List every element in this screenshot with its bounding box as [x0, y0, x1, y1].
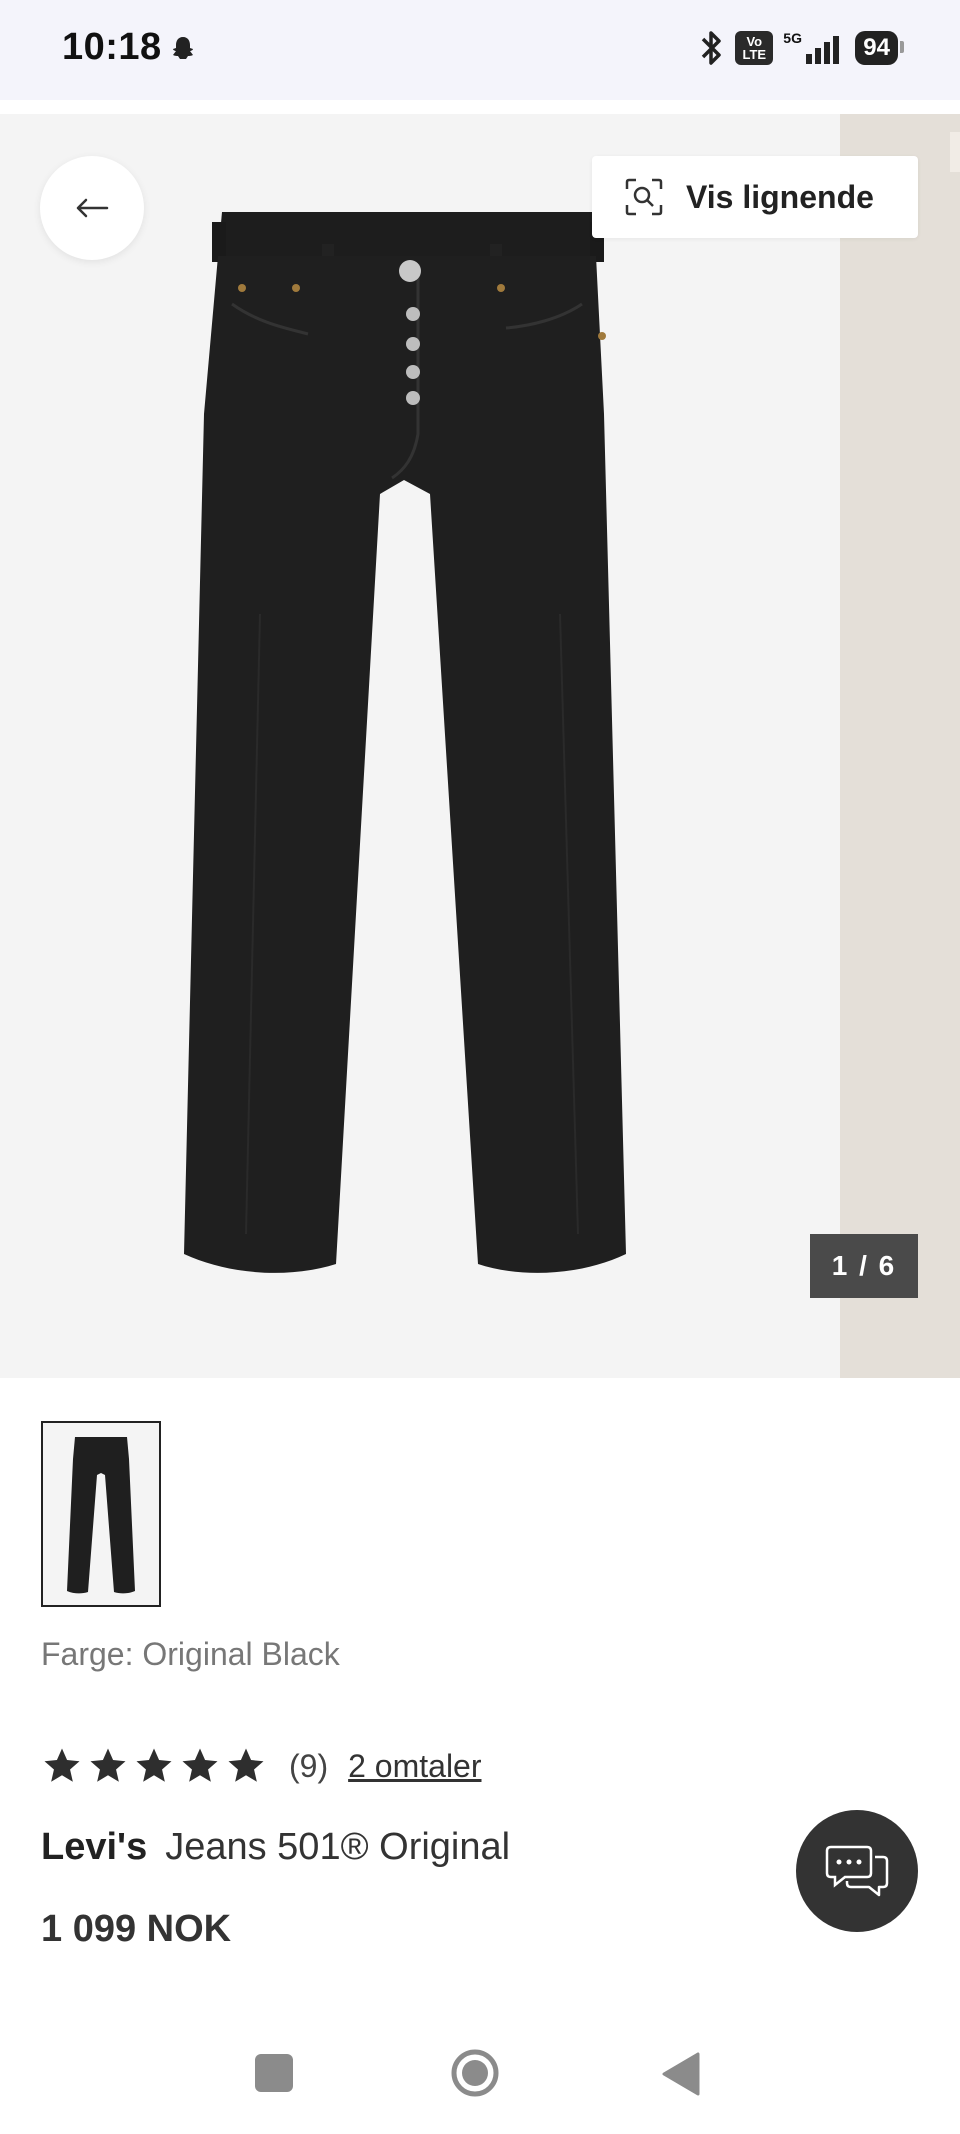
snapchat-icon: [173, 37, 193, 59]
rating-count: (9): [289, 1747, 329, 1784]
star-icon: [136, 1748, 172, 1782]
jeans-image: [184, 212, 626, 1273]
star-icon: [90, 1748, 126, 1782]
recents-button[interactable]: [255, 2054, 293, 2092]
arrow-left-icon: [76, 198, 109, 218]
product-price: 1 099 NOK: [41, 1908, 232, 1950]
chat-bubbles-icon: [825, 1845, 889, 1897]
battery-level: 94: [863, 34, 890, 61]
product-name: Jeans 501® Original: [165, 1826, 511, 1868]
image-counter: 1 / 6: [810, 1234, 918, 1298]
show-similar-button[interactable]: Vis lignende: [592, 156, 918, 238]
jeans-thumbnail-image: [67, 1437, 135, 1594]
bluetooth-icon: [702, 31, 722, 65]
network-type: 5G: [783, 30, 802, 46]
star-icon: [228, 1748, 264, 1782]
product-title: Levi's Jeans 501® Original: [41, 1826, 510, 1869]
product-brand[interactable]: Levi's: [41, 1826, 147, 1868]
status-bar: 10:18 Vo LTE 5G 94: [0, 0, 960, 100]
system-back-button[interactable]: [660, 2052, 700, 2096]
rating-row: (9) 2 omtaler: [41, 1744, 482, 1788]
home-button[interactable]: [450, 2048, 500, 2098]
product-image-gallery[interactable]: Vis lignende 1 / 6: [0, 114, 960, 1378]
chat-button[interactable]: [796, 1810, 918, 1932]
star-icon: [182, 1748, 218, 1782]
rating-stars: [41, 1745, 267, 1787]
status-time: 10:18: [62, 26, 162, 68]
reviews-link[interactable]: 2 omtaler: [348, 1748, 481, 1785]
product-image[interactable]: [0, 114, 840, 1378]
back-button[interactable]: [40, 156, 144, 260]
star-icon: [44, 1748, 80, 1782]
volte-badge: Vo LTE: [735, 31, 774, 65]
image-thumbnail[interactable]: [41, 1421, 161, 1607]
show-similar-label: Vis lignende: [686, 178, 874, 215]
color-label: Farge: Original Black: [41, 1636, 340, 1672]
visual-search-icon: [625, 178, 663, 216]
next-image-peek[interactable]: [840, 114, 960, 1378]
image-counter-text: 1 / 6: [831, 1250, 897, 1281]
battery-icon: 94: [855, 31, 904, 65]
signal-strength-icon: 5G: [783, 30, 840, 66]
system-navigation-bar: [0, 2034, 960, 2134]
